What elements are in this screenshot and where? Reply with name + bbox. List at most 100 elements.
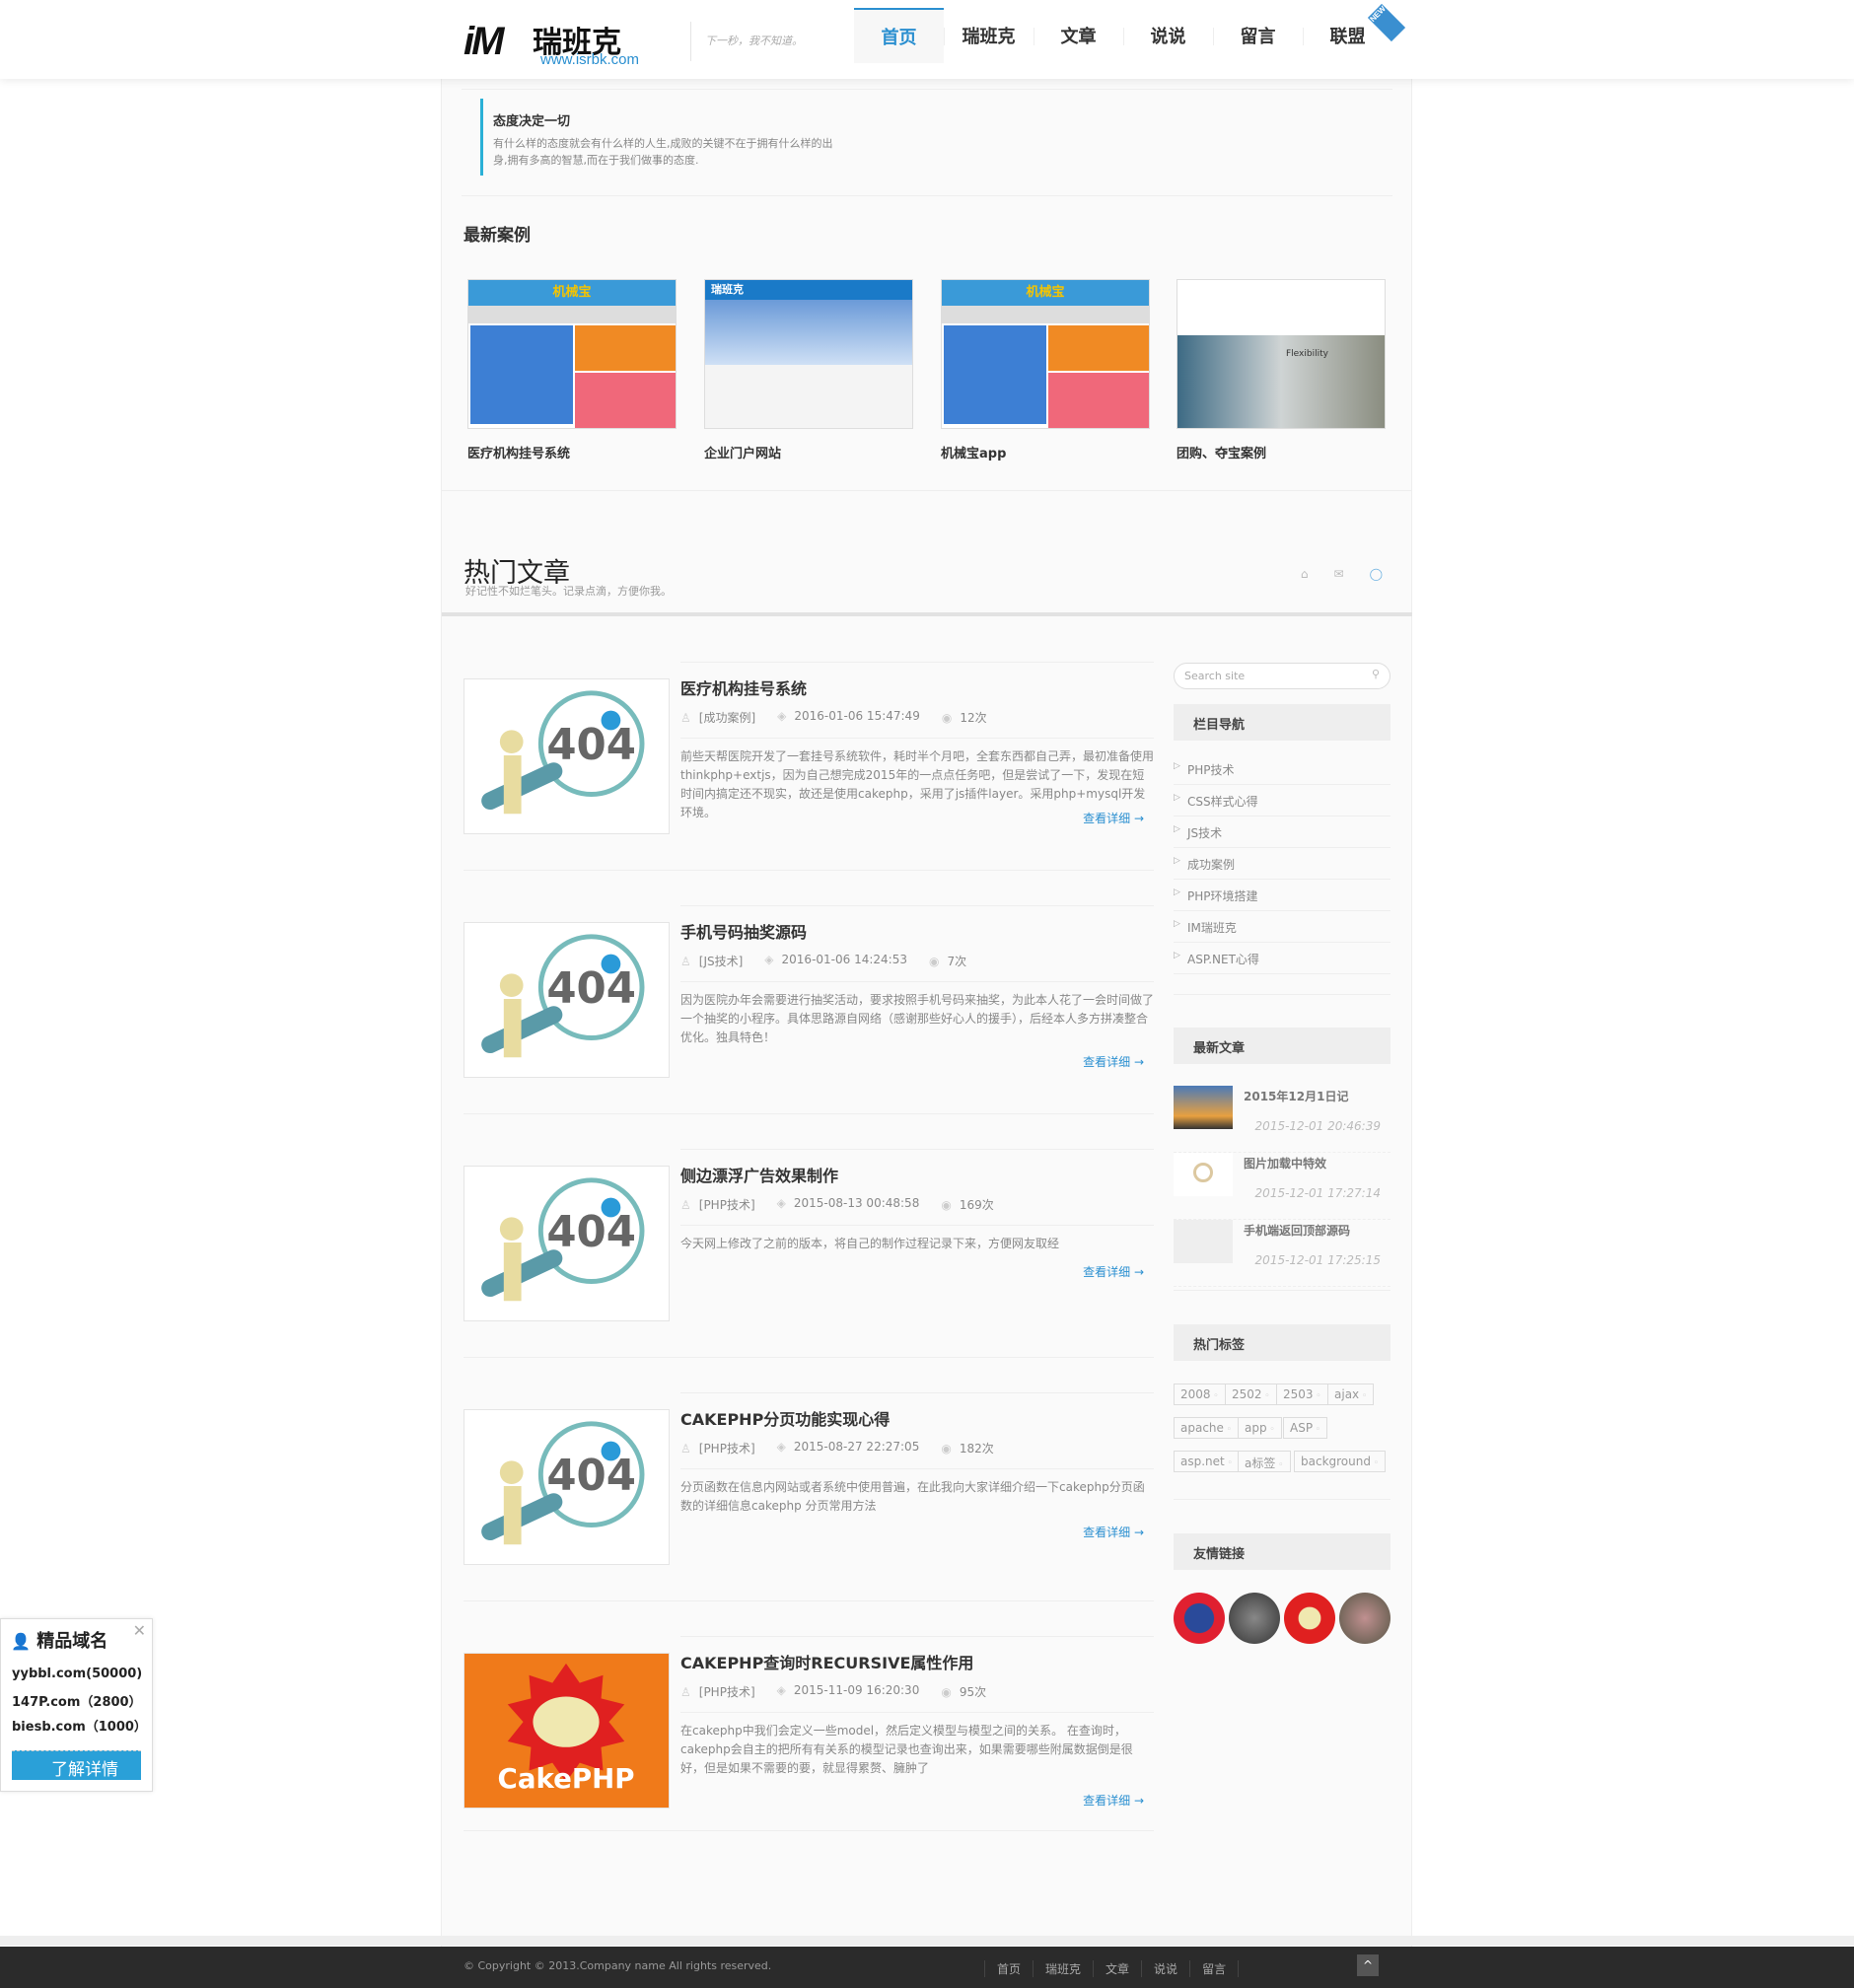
divider [462, 195, 1392, 196]
article-thumbnail[interactable]: 404 [464, 678, 670, 834]
tag[interactable]: 2503 [1276, 1384, 1328, 1405]
case-label[interactable]: 机械宝app [941, 443, 1150, 462]
case-thumbnail[interactable]: 机械宝 [467, 279, 677, 429]
tag[interactable]: app [1238, 1417, 1282, 1439]
search-icon[interactable]: ⚲ [1372, 668, 1380, 680]
case-thumbnail[interactable]: 机械宝 [941, 279, 1150, 429]
nav-talk[interactable]: 说说 [1123, 8, 1213, 63]
eye-icon: ◉ [941, 1442, 952, 1456]
article-category[interactable]: ♙ [JS技术] [680, 953, 743, 969]
case-thumbnail[interactable]: 瑞班克 [704, 279, 913, 429]
tag[interactable]: ASP [1283, 1417, 1328, 1439]
category-item[interactable]: PHP环境搭建 [1174, 880, 1390, 911]
article-title[interactable]: 手机号码抽奖源码 [680, 919, 807, 943]
case-label[interactable]: 企业门户网站 [704, 443, 913, 462]
friend-link-avatar[interactable] [1229, 1593, 1280, 1644]
article-category[interactable]: ♙ [成功案例] [680, 709, 755, 726]
latest-item[interactable]: 图片加载中特效 2015-12-01 17:27:14 [1174, 1153, 1390, 1220]
search-input[interactable]: Search site ⚲ [1174, 663, 1390, 689]
read-more-link[interactable]: 查看详细 → [1083, 1053, 1144, 1070]
article-category[interactable]: ♙ [PHP技术] [680, 1196, 755, 1213]
latest-thumbnail[interactable] [1174, 1153, 1233, 1196]
thumb-brand: 机械宝 [468, 280, 676, 306]
tag[interactable]: 2008 [1174, 1384, 1226, 1405]
tag-icon: ◈ [776, 1440, 786, 1454]
footer-link[interactable]: 说说 [1141, 1960, 1189, 1977]
article-thumbnail[interactable]: 404 [464, 1409, 670, 1565]
footer-link[interactable]: 首页 [984, 1960, 1033, 1977]
mail-icon[interactable]: ✉ [1334, 567, 1344, 581]
tag-icon: ◈ [776, 1683, 786, 1697]
case-item[interactable]: Flexibility 团购、夺宝案例 [1177, 279, 1386, 462]
qq-icon[interactable]: ◯ [1370, 567, 1383, 581]
divider [442, 490, 1412, 491]
tag[interactable]: asp.net [1174, 1451, 1240, 1472]
read-more-link[interactable]: 查看详细 → [1083, 810, 1144, 826]
category-item[interactable]: 成功案例 [1174, 848, 1390, 880]
quote-title: 态度决定一切 [493, 114, 571, 129]
tag[interactable]: 2502 [1225, 1384, 1277, 1405]
read-more-link[interactable]: 查看详细 → [1083, 1524, 1144, 1540]
read-more-link[interactable]: 查看详细 → [1083, 1263, 1144, 1280]
case-thumbnail[interactable]: Flexibility [1177, 279, 1386, 429]
read-more-link[interactable]: 查看详细 → [1083, 1792, 1144, 1809]
tag[interactable]: ajax [1327, 1384, 1375, 1405]
latest-thumbnail[interactable] [1174, 1220, 1233, 1263]
article-thumbnail[interactable]: 404 [464, 1166, 670, 1321]
case-item[interactable]: 瑞班克 企业门户网站 [704, 279, 913, 462]
logo-mark: iM [464, 20, 504, 63]
nav-rbk[interactable]: 瑞班克 [944, 8, 1034, 63]
latest-item[interactable]: 2015年12月1日记 2015-12-01 20:46:39 [1174, 1086, 1390, 1153]
article-views: ◉ 182次 [941, 1442, 994, 1456]
nav-message[interactable]: 留言 [1213, 8, 1303, 63]
friend-link-avatar[interactable] [1284, 1593, 1335, 1644]
category-item[interactable]: ASP.NET心得 [1174, 943, 1390, 974]
category-item[interactable]: IM瑞班克 [1174, 911, 1390, 943]
domain-item[interactable]: yybbl.com(50000) [12, 1667, 142, 1681]
article-thumbnail[interactable]: 404 [464, 922, 670, 1078]
footer-link[interactable]: 瑞班克 [1033, 1960, 1093, 1977]
case-label[interactable]: 医疗机构挂号系统 [467, 443, 677, 462]
domain-item[interactable]: 147P.com（2800） [12, 1691, 142, 1710]
article-desc: 因为医院办年会需要进行抽奖活动，要求按照手机号码来抽奖，为此本人花了一会时间做了… [680, 993, 1155, 1044]
user-icon: ♙ [680, 955, 691, 968]
article-category[interactable]: ♙ [PHP技术] [680, 1440, 755, 1456]
tag[interactable]: background [1294, 1451, 1387, 1472]
tag[interactable]: a标签 [1238, 1451, 1291, 1472]
case-item[interactable]: 机械宝 医疗机构挂号系统 [467, 279, 677, 462]
friend-link-avatar[interactable] [1174, 1593, 1225, 1644]
category-item[interactable]: JS技术 [1174, 816, 1390, 848]
footer-link[interactable]: 留言 [1189, 1960, 1240, 1977]
back-to-top-button[interactable]: ^ [1357, 1954, 1379, 1976]
article-thumbnail[interactable]: CakePHP [464, 1653, 670, 1809]
case-label[interactable]: 团购、夺宝案例 [1177, 443, 1386, 462]
divider [462, 89, 1392, 90]
tag-icon: ◈ [776, 1196, 786, 1210]
latest-thumbnail[interactable] [1174, 1086, 1233, 1129]
case-item[interactable]: 机械宝 机械宝app [941, 279, 1150, 462]
category-item[interactable]: PHP技术 [1174, 753, 1390, 785]
article-title[interactable]: 侧边漂浮广告效果制作 [680, 1163, 838, 1186]
tag-icon: ◈ [777, 709, 787, 723]
footer-link[interactable]: 文章 [1093, 1960, 1141, 1977]
learn-more-button[interactable]: 了解详情 [12, 1750, 141, 1780]
slogan: 下一秒，我不知道。 [690, 22, 803, 61]
category-item[interactable]: CSS样式心得 [1174, 785, 1390, 816]
article-desc: 今天网上修改了之前的版本，将自己的制作过程记录下来，方便网友取经 [680, 1237, 1060, 1250]
close-icon[interactable]: ✕ [133, 1621, 146, 1640]
domain-item[interactable]: biesb.com（1000） [12, 1716, 147, 1735]
ad-title: 精品域名 [36, 1631, 108, 1652]
logo[interactable]: iM 瑞班克 www.isrbk.com [464, 18, 651, 68]
latest-item[interactable]: 手机端返回顶部源码 2015-12-01 17:25:15 [1174, 1220, 1390, 1287]
nav-home[interactable]: 首页 [854, 8, 944, 63]
article-item: 404 手机号码抽奖源码 ♙ [JS技术] ◈ 2016-01-06 14:24:53… [464, 905, 1155, 1114]
home-icon[interactable]: ⌂ [1301, 567, 1309, 581]
article-title[interactable]: CAKEPHP分页功能实现心得 [680, 1406, 890, 1430]
friend-link-avatar[interactable] [1339, 1593, 1390, 1644]
article-title[interactable]: CAKEPHP查询时RECURSIVE属性作用 [680, 1650, 973, 1673]
article-date: ◈ 2015-08-13 00:48:58 [776, 1196, 920, 1210]
nav-articles[interactable]: 文章 [1034, 8, 1123, 63]
article-title[interactable]: 医疗机构挂号系统 [680, 675, 807, 699]
article-category[interactable]: ♙ [PHP技术] [680, 1683, 755, 1700]
tag[interactable]: apache [1174, 1417, 1240, 1439]
